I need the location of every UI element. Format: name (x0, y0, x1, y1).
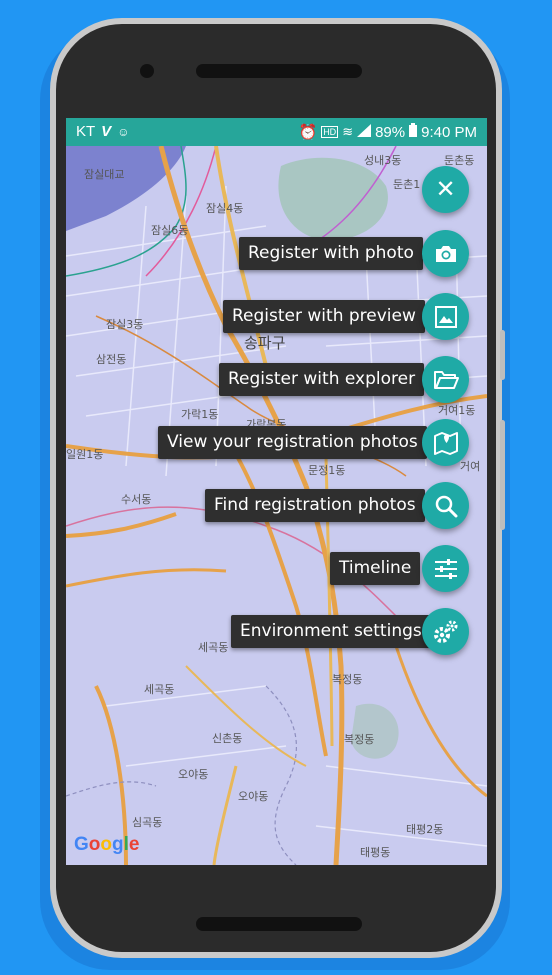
timeline-label[interactable]: Timeline (330, 552, 421, 585)
map-label: 복정동 (344, 733, 375, 746)
map-label: 태평동 (360, 846, 391, 859)
map-label: 성내3동 (364, 154, 402, 167)
environment-settings-label[interactable]: Environment settings (231, 615, 431, 648)
map-label: 거여 (460, 460, 481, 473)
map-label: 오야동 (238, 790, 269, 803)
map-label: 잠실4동 (206, 202, 244, 215)
register-with-photo-label[interactable]: Register with photo (239, 237, 423, 270)
status-bar: KT V ☺ ⏰ HD ≋ 89% 9:40 PM (66, 118, 487, 146)
map-label: 삼전동 (96, 353, 127, 366)
view-registration-photos-label[interactable]: View your registration photos (158, 426, 427, 459)
volte-icon: V (101, 123, 112, 140)
earpiece-speaker (196, 64, 362, 78)
battery-icon (409, 123, 418, 141)
camera-icon (435, 245, 456, 262)
map-label: 가락1동 (181, 408, 219, 421)
register-with-preview-label[interactable]: Register with preview (223, 300, 425, 333)
map-label: 세곡동 (144, 683, 175, 696)
map-label: 수서동 (121, 493, 152, 506)
sliders-icon (434, 558, 457, 579)
map-label-district: 송파구 (244, 334, 286, 352)
battery-percent: 89% (375, 123, 406, 141)
map-label: 문정1동 (308, 464, 346, 477)
environment-settings-button[interactable] (422, 608, 469, 655)
register-with-preview-button[interactable] (422, 293, 469, 340)
wifi-icon: ≋ (342, 124, 354, 139)
map-label: 잠실대교 (84, 168, 125, 181)
phone-screen: 잠실대교 잠실4동 잠실6동 잠실3동 삼전동 송파구 가락1동 가락본동 성내… (66, 118, 487, 865)
map-label: 거여1동 (438, 404, 476, 417)
map-label: 잠실3동 (106, 318, 144, 331)
map-label: 잠실6동 (151, 224, 189, 237)
volume-up-button (500, 330, 505, 380)
signal-icon (357, 123, 372, 141)
timeline-button[interactable] (422, 545, 469, 592)
google-logo: Google (74, 834, 140, 855)
alarm-icon: ⏰ (298, 124, 318, 141)
close-icon: ✕ (435, 175, 456, 203)
map-label: 일원1동 (66, 448, 104, 461)
map-label: 오야동 (178, 768, 209, 781)
search-icon (435, 495, 457, 517)
register-with-explorer-label[interactable]: Register with explorer (219, 363, 425, 396)
android-icon: ☺ (117, 124, 130, 139)
folder-open-icon (433, 370, 459, 389)
map-label: 심곡동 (132, 816, 163, 829)
map-label: 태평2동 (406, 823, 444, 836)
register-with-explorer-button[interactable] (422, 356, 469, 403)
clock: 9:40 PM (421, 123, 477, 141)
gears-icon (433, 620, 457, 643)
map-label: 둔촌1 (393, 178, 421, 191)
view-registration-photos-button[interactable] (422, 419, 469, 466)
close-menu-button[interactable]: ✕ (422, 166, 469, 213)
find-registration-photos-label[interactable]: Find registration photos (205, 489, 425, 522)
find-registration-photos-button[interactable] (422, 482, 469, 529)
map-label: 복정동 (332, 673, 363, 686)
bottom-speaker (196, 917, 362, 931)
carrier-label: KT (76, 123, 96, 140)
image-icon (434, 305, 457, 328)
power-button (500, 420, 505, 530)
map-pin-icon (433, 431, 458, 455)
register-with-photo-button[interactable] (422, 230, 469, 277)
front-camera (140, 64, 154, 78)
hd-icon: HD (321, 126, 339, 138)
map-label: 신촌동 (212, 732, 243, 745)
map-label: 세곡동 (198, 641, 229, 654)
